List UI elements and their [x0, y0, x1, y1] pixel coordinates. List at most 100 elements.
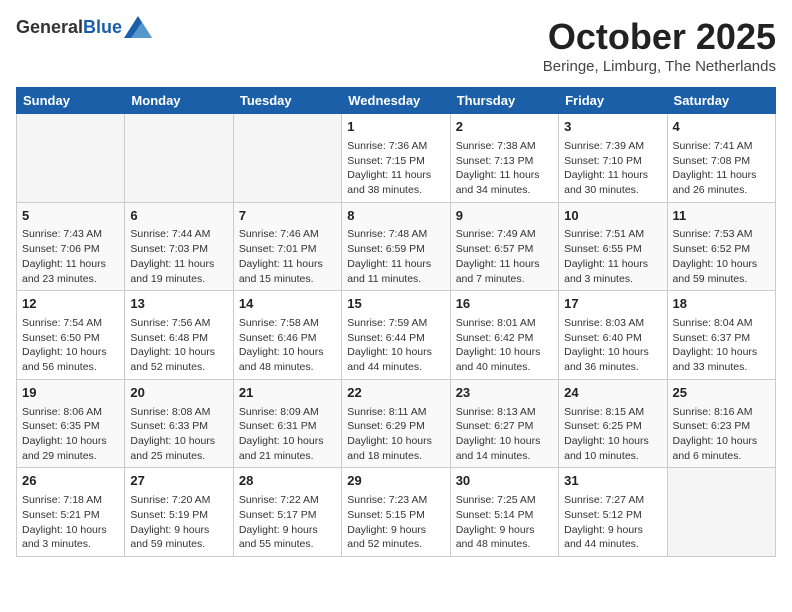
day-info: Sunrise: 8:08 AMSunset: 6:33 PMDaylight:…: [130, 405, 227, 464]
page-header: GeneralBlue October 2025 Beringe, Limbur…: [16, 16, 776, 75]
day-number: 4: [673, 118, 770, 137]
calendar-day-cell: 22Sunrise: 8:11 AMSunset: 6:29 PMDayligh…: [342, 379, 450, 468]
day-number: 24: [564, 384, 661, 403]
calendar-day-cell: 31 Sunrise: 7:27 AMSunset: 5:12 PMDayligh…: [559, 468, 667, 557]
day-number: 23: [456, 384, 553, 403]
day-number: 25: [673, 384, 770, 403]
day-number: 9: [456, 207, 553, 226]
day-info: Sunrise: 7:54 AMSunset: 6:50 PMDaylight:…: [22, 316, 119, 375]
day-number: 29: [347, 472, 444, 491]
day-info: Sunrise: 7:22 AMSunset: 5:17 PMDaylight:…: [239, 493, 336, 552]
calendar-day-cell: 7Sunrise: 7:46 AMSunset: 7:01 PMDaylight…: [233, 202, 341, 291]
calendar-day-cell: [233, 114, 341, 203]
logo-general: GeneralBlue: [16, 17, 122, 38]
calendar-day-cell: 11Sunrise: 7:53 AMSunset: 6:52 PMDayligh…: [667, 202, 775, 291]
calendar-day-cell: 21 Sunrise: 8:09 AMSunset: 6:31 PMDayligh…: [233, 379, 341, 468]
calendar-day-cell: 16 Sunrise: 8:01 AMSunset: 6:42 PMDayligh…: [450, 291, 558, 380]
calendar-day-cell: 1 Sunrise: 7:36 AMSunset: 7:15 PMDaylight…: [342, 114, 450, 203]
calendar-day-cell: 28 Sunrise: 7:22 AMSunset: 5:17 PMDayligh…: [233, 468, 341, 557]
month-title: October 2025: [543, 16, 776, 58]
calendar-week-row: 19Sunrise: 8:06 AMSunset: 6:35 PMDayligh…: [17, 379, 776, 468]
calendar-day-cell: 14Sunrise: 7:58 AMSunset: 6:46 PMDayligh…: [233, 291, 341, 380]
weekday-header: Tuesday: [233, 88, 341, 114]
day-info: Sunrise: 7:53 AMSunset: 6:52 PMDaylight:…: [673, 227, 770, 286]
day-number: 22: [347, 384, 444, 403]
day-info: Sunrise: 7:23 AMSunset: 5:15 PMDaylight:…: [347, 493, 444, 552]
calendar-day-cell: [17, 114, 125, 203]
day-info: Sunrise: 7:51 AMSunset: 6:55 PMDaylight:…: [564, 227, 661, 286]
calendar-day-cell: 6Sunrise: 7:44 AMSunset: 7:03 PMDaylight…: [125, 202, 233, 291]
day-number: 18: [673, 295, 770, 314]
calendar-day-cell: 19Sunrise: 8:06 AMSunset: 6:35 PMDayligh…: [17, 379, 125, 468]
calendar-header-row: SundayMondayTuesdayWednesdayThursdayFrid…: [17, 88, 776, 114]
day-info: Sunrise: 7:43 AMSunset: 7:06 PMDaylight:…: [22, 227, 119, 286]
calendar-week-row: 12 Sunrise: 7:54 AMSunset: 6:50 PMDayligh…: [17, 291, 776, 380]
day-info: Sunrise: 7:58 AMSunset: 6:46 PMDaylight:…: [239, 316, 336, 375]
day-info: Sunrise: 7:39 AMSunset: 7:10 PMDaylight:…: [564, 139, 661, 198]
day-info: Sunrise: 7:44 AMSunset: 7:03 PMDaylight:…: [130, 227, 227, 286]
weekday-header: Sunday: [17, 88, 125, 114]
day-number: 17: [564, 295, 661, 314]
day-info: Sunrise: 7:20 AMSunset: 5:19 PMDaylight:…: [130, 493, 227, 552]
day-info: Sunrise: 7:46 AMSunset: 7:01 PMDaylight:…: [239, 227, 336, 286]
day-number: 21: [239, 384, 336, 403]
weekday-header: Wednesday: [342, 88, 450, 114]
day-info: Sunrise: 7:59 AMSunset: 6:44 PMDaylight:…: [347, 316, 444, 375]
weekday-header: Friday: [559, 88, 667, 114]
title-area: October 2025 Beringe, Limburg, The Nethe…: [543, 16, 776, 75]
day-info: Sunrise: 7:49 AMSunset: 6:57 PMDaylight:…: [456, 227, 553, 286]
calendar-day-cell: 29 Sunrise: 7:23 AMSunset: 5:15 PMDayligh…: [342, 468, 450, 557]
calendar-week-row: 5Sunrise: 7:43 AMSunset: 7:06 PMDaylight…: [17, 202, 776, 291]
calendar-day-cell: 5Sunrise: 7:43 AMSunset: 7:06 PMDaylight…: [17, 202, 125, 291]
day-number: 12: [22, 295, 119, 314]
location: Beringe, Limburg, The Netherlands: [543, 58, 776, 75]
day-info: Sunrise: 7:48 AMSunset: 6:59 PMDaylight:…: [347, 227, 444, 286]
day-number: 28: [239, 472, 336, 491]
day-number: 6: [130, 207, 227, 226]
calendar-day-cell: 20 Sunrise: 8:08 AMSunset: 6:33 PMDayligh…: [125, 379, 233, 468]
day-info: Sunrise: 8:13 AMSunset: 6:27 PMDaylight:…: [456, 405, 553, 464]
calendar-week-row: 1 Sunrise: 7:36 AMSunset: 7:15 PMDaylight…: [17, 114, 776, 203]
day-info: Sunrise: 8:01 AMSunset: 6:42 PMDaylight:…: [456, 316, 553, 375]
day-number: 13: [130, 295, 227, 314]
day-info: Sunrise: 8:09 AMSunset: 6:31 PMDaylight:…: [239, 405, 336, 464]
calendar-day-cell: 9Sunrise: 7:49 AMSunset: 6:57 PMDaylight…: [450, 202, 558, 291]
day-number: 7: [239, 207, 336, 226]
day-info: Sunrise: 7:25 AMSunset: 5:14 PMDaylight:…: [456, 493, 553, 552]
day-info: Sunrise: 7:41 AMSunset: 7:08 PMDaylight:…: [673, 139, 770, 198]
day-number: 1: [347, 118, 444, 137]
calendar-day-cell: 2 Sunrise: 7:38 AMSunset: 7:13 PMDaylight…: [450, 114, 558, 203]
day-number: 11: [673, 207, 770, 226]
day-number: 31: [564, 472, 661, 491]
calendar-day-cell: [125, 114, 233, 203]
calendar-day-cell: [667, 468, 775, 557]
calendar-day-cell: 13Sunrise: 7:56 AMSunset: 6:48 PMDayligh…: [125, 291, 233, 380]
calendar-day-cell: 8Sunrise: 7:48 AMSunset: 6:59 PMDaylight…: [342, 202, 450, 291]
day-number: 8: [347, 207, 444, 226]
day-info: Sunrise: 7:38 AMSunset: 7:13 PMDaylight:…: [456, 139, 553, 198]
calendar-day-cell: 24Sunrise: 8:15 AMSunset: 6:25 PMDayligh…: [559, 379, 667, 468]
day-info: Sunrise: 8:16 AMSunset: 6:23 PMDaylight:…: [673, 405, 770, 464]
day-number: 5: [22, 207, 119, 226]
day-number: 20: [130, 384, 227, 403]
weekday-header: Thursday: [450, 88, 558, 114]
day-info: Sunrise: 7:36 AMSunset: 7:15 PMDaylight:…: [347, 139, 444, 198]
day-info: Sunrise: 7:27 AMSunset: 5:12 PMDaylight:…: [564, 493, 661, 552]
calendar-day-cell: 4 Sunrise: 7:41 AMSunset: 7:08 PMDaylight…: [667, 114, 775, 203]
calendar-day-cell: 25 Sunrise: 8:16 AMSunset: 6:23 PMDayligh…: [667, 379, 775, 468]
calendar-day-cell: 30Sunrise: 7:25 AMSunset: 5:14 PMDayligh…: [450, 468, 558, 557]
calendar-day-cell: 26Sunrise: 7:18 AMSunset: 5:21 PMDayligh…: [17, 468, 125, 557]
calendar-day-cell: 27Sunrise: 7:20 AMSunset: 5:19 PMDayligh…: [125, 468, 233, 557]
day-info: Sunrise: 8:04 AMSunset: 6:37 PMDaylight:…: [673, 316, 770, 375]
day-number: 10: [564, 207, 661, 226]
day-number: 19: [22, 384, 119, 403]
calendar-day-cell: 12 Sunrise: 7:54 AMSunset: 6:50 PMDayligh…: [17, 291, 125, 380]
day-info: Sunrise: 8:03 AMSunset: 6:40 PMDaylight:…: [564, 316, 661, 375]
logo: GeneralBlue: [16, 16, 152, 38]
day-number: 26: [22, 472, 119, 491]
day-number: 2: [456, 118, 553, 137]
calendar-day-cell: 10Sunrise: 7:51 AMSunset: 6:55 PMDayligh…: [559, 202, 667, 291]
calendar-day-cell: 23 Sunrise: 8:13 AMSunset: 6:27 PMDayligh…: [450, 379, 558, 468]
day-number: 3: [564, 118, 661, 137]
day-number: 16: [456, 295, 553, 314]
